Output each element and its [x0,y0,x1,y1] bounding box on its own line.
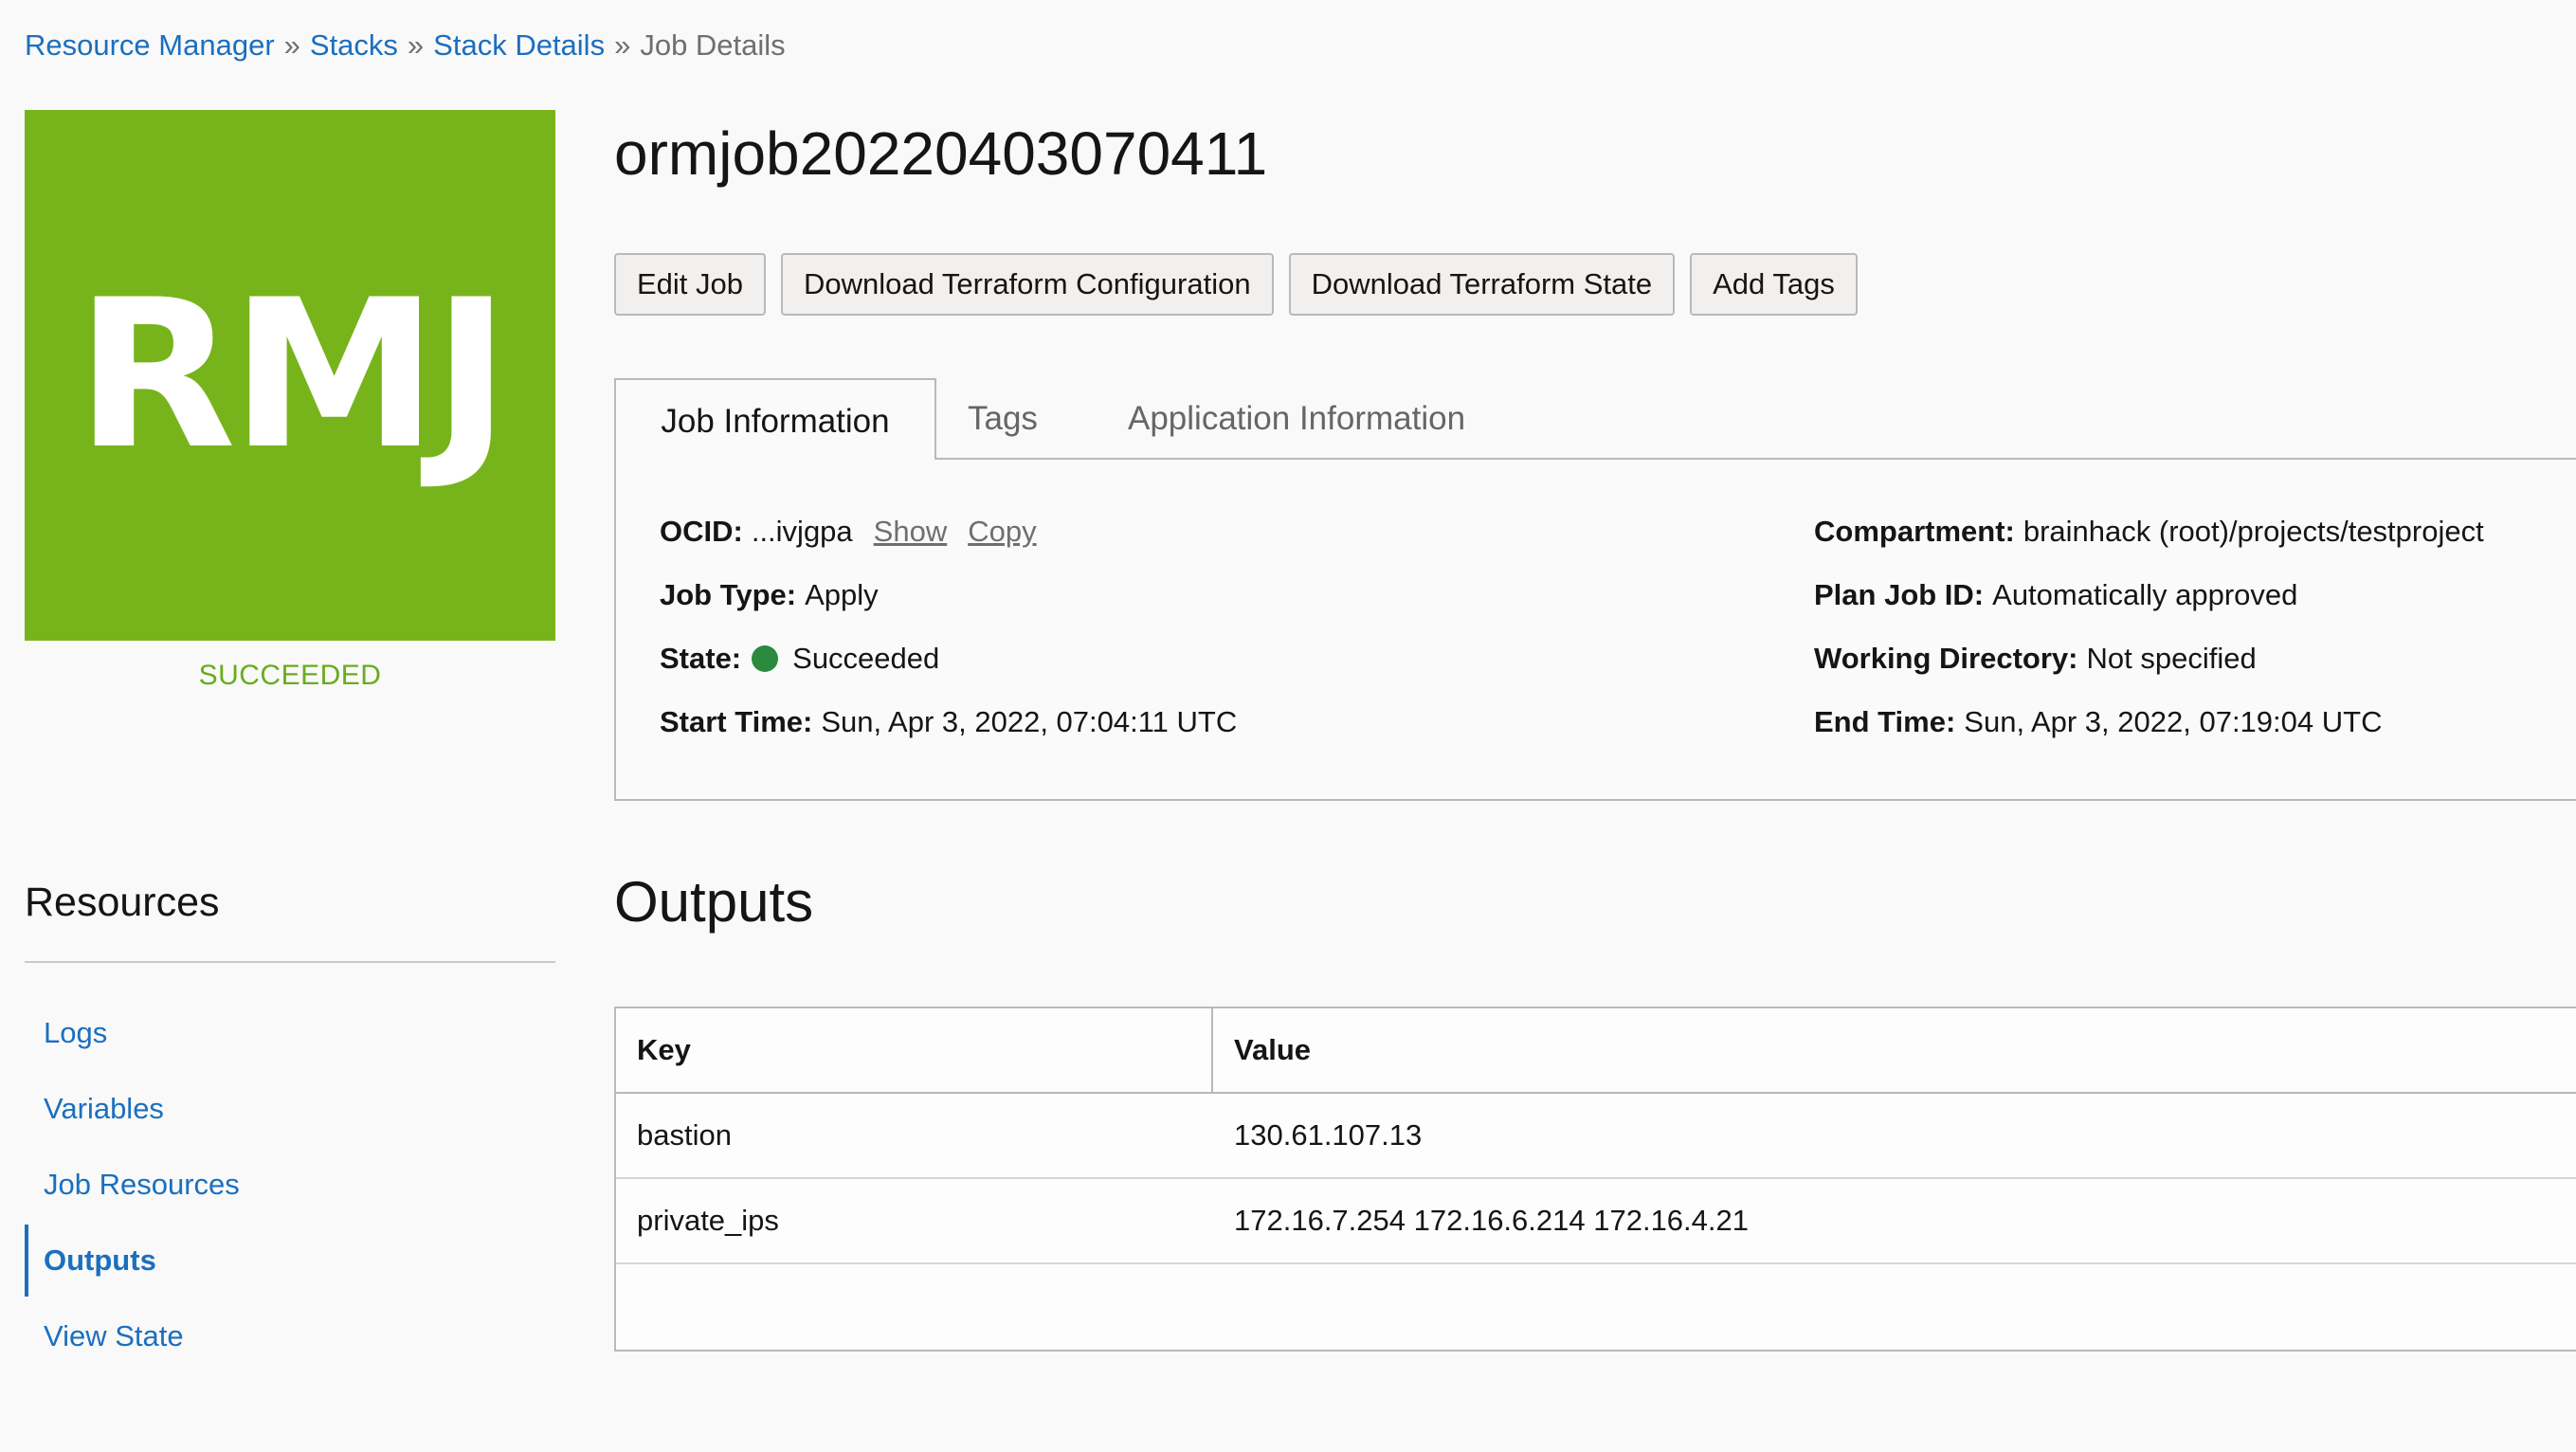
compartment-row: Compartment: brainhack (root)/projects/t… [1814,513,2484,576]
state-row: State: Succeeded [660,640,1237,703]
tab-job-information[interactable]: Job Information [614,378,936,462]
download-terraform-configuration-button[interactable]: Download Terraform Configuration [781,253,1274,316]
add-tags-button[interactable]: Add Tags [1690,253,1858,316]
ocid-label: OCID: [660,515,743,548]
start-time-row: Start Time: Sun, Apr 3, 2022, 07:04:11 U… [660,703,1237,767]
job-info-left-column: OCID: ...ivjgpa Show Copy Job Type: Appl… [660,513,1237,767]
start-time-label: Start Time: [660,705,813,738]
resources-item-outputs[interactable]: Outputs [25,1223,555,1298]
state-indicator-icon [752,645,779,672]
resources-heading: Resources [25,880,220,925]
job-type-row: Job Type: Apply [660,576,1237,640]
working-directory-label: Working Directory: [1814,642,2078,675]
resources-item-variables[interactable]: Variables [25,1071,555,1147]
table-footer: Sh [616,1264,2576,1350]
plan-job-value: Automatically approved [1992,578,2298,611]
job-type-value: Apply [805,578,879,611]
resources-item-logs[interactable]: Logs [25,995,555,1071]
resources-item-job-resources[interactable]: Job Resources [25,1147,555,1223]
ocid-value: ...ivjgpa [751,515,853,548]
breadcrumb-separator: » [407,28,425,62]
output-value: 172.16.7.254 172.16.6.214 172.16.4.21 [1234,1204,1749,1237]
ocid-copy-link[interactable]: Copy [968,513,1036,551]
output-value: 130.61.107.13 [1234,1118,1423,1152]
end-time-row: End Time: Sun, Apr 3, 2022, 07:19:04 UTC [1814,703,2484,767]
breadcrumb-stack-details[interactable]: Stack Details [433,28,605,62]
start-time-value: Sun, Apr 3, 2022, 07:04:11 UTC [821,705,1238,738]
edit-job-button[interactable]: Edit Job [614,253,767,316]
page-title: ormjob20220403070411 [614,119,1268,188]
tab-tags[interactable]: Tags [968,378,1038,460]
end-time-value: Sun, Apr 3, 2022, 07:19:04 UTC [1964,705,2383,738]
compartment-value: brainhack (root)/projects/testproject [2023,515,2484,548]
breadcrumb: Resource Manager» Stacks» Stack Details» Jo… [25,27,786,64]
end-time-label: End Time: [1814,705,1956,738]
breadcrumb-separator: » [614,28,631,62]
table-row: bastion 130.61.107.13 [616,1094,2576,1179]
details-tabs: Job Information Tags Application Informa… [614,378,2576,462]
working-directory-row: Working Directory: Not specified [1814,640,2484,703]
column-header-value[interactable]: Value [1234,1008,1311,1092]
outputs-table: Key Value bastion 130.61.107.13 private_… [614,1007,2576,1352]
ocid-show-link[interactable]: Show [874,513,948,551]
breadcrumb-resource-manager[interactable]: Resource Manager [25,28,275,62]
job-info-right-column: Compartment: brainhack (root)/projects/t… [1814,513,2484,767]
resources-nav: Logs Variables Job Resources Outputs Vie… [25,995,555,1374]
output-key: private_ips [637,1204,779,1237]
state-value: Succeeded [792,642,940,675]
output-key: bastion [637,1118,732,1152]
state-label: State: [660,642,742,675]
job-icon: RMJ [25,110,555,641]
tab-application-information[interactable]: Application Information [1128,378,1465,460]
column-header-key[interactable]: Key [637,1008,691,1092]
job-information-panel: OCID: ...ivjgpa Show Copy Job Type: Appl… [614,460,2576,801]
working-directory-value: Not specified [2086,642,2257,675]
job-icon-text: RMJ [75,256,511,494]
breadcrumb-current: Job Details [640,28,786,62]
breadcrumb-separator: » [283,28,300,62]
resources-item-view-state[interactable]: View State [25,1298,555,1374]
breadcrumb-stacks[interactable]: Stacks [310,28,398,62]
table-row: private_ips 172.16.7.254 172.16.6.214 17… [616,1179,2576,1264]
resources-divider [25,961,555,963]
action-buttons: Edit Job Download Terraform Configuratio… [614,253,1858,316]
outputs-heading: Outputs [614,870,814,934]
status-label: SUCCEEDED [198,660,382,691]
ocid-row: OCID: ...ivjgpa Show Copy [660,513,1237,576]
column-divider [1211,1008,1213,1094]
plan-job-row: Plan Job ID: Automatically approved [1814,576,2484,640]
compartment-label: Compartment: [1814,515,2015,548]
table-header-row: Key Value [616,1008,2576,1094]
download-terraform-state-button[interactable]: Download Terraform State [1288,253,1676,316]
plan-job-label: Plan Job ID: [1814,578,1985,611]
job-type-label: Job Type: [660,578,797,611]
